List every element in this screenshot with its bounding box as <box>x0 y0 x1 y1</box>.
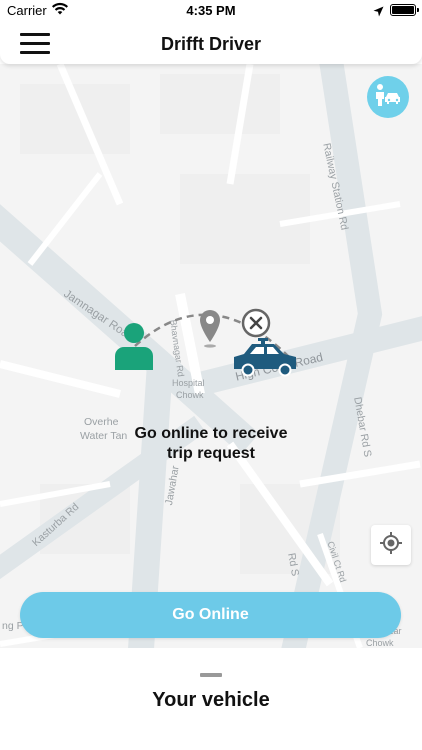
rider-mode-button[interactable] <box>367 76 409 118</box>
cancel-circle-icon <box>241 308 271 338</box>
app-header: Drifft Driver <box>0 22 422 64</box>
rider-with-car-icon <box>374 83 402 112</box>
battery-icon <box>390 4 419 16</box>
status-time: 4:35 PM <box>186 3 236 18</box>
online-prompt-line2: trip request <box>166 445 255 462</box>
vehicle-bottom-sheet[interactable]: Your vehicle <box>0 648 422 750</box>
location-arrow-icon <box>373 4 384 22</box>
status-bar: Carrier 4:35 PM <box>0 0 422 22</box>
bottom-sheet-title: Your vehicle <box>152 689 270 711</box>
go-online-button[interactable]: Go Online <box>20 592 401 638</box>
road-label: Chowk <box>366 638 394 648</box>
location-pin-icon <box>200 310 220 348</box>
rider-person-icon <box>115 323 153 370</box>
locate-me-button[interactable] <box>371 525 411 565</box>
online-prompt-message: Go online to receive trip request <box>111 424 311 464</box>
taxi-car-icon <box>234 338 296 377</box>
gps-locate-icon <box>380 531 402 559</box>
page-title: Drifft Driver <box>160 34 262 54</box>
map-view[interactable]: Railway Station Rd Jamnagar Road Bhavnag… <box>0 64 422 648</box>
trip-illustration <box>110 298 315 408</box>
drag-handle[interactable] <box>200 673 222 677</box>
online-prompt-line1: Go online to receive <box>134 425 288 442</box>
battery-fill <box>392 6 414 14</box>
